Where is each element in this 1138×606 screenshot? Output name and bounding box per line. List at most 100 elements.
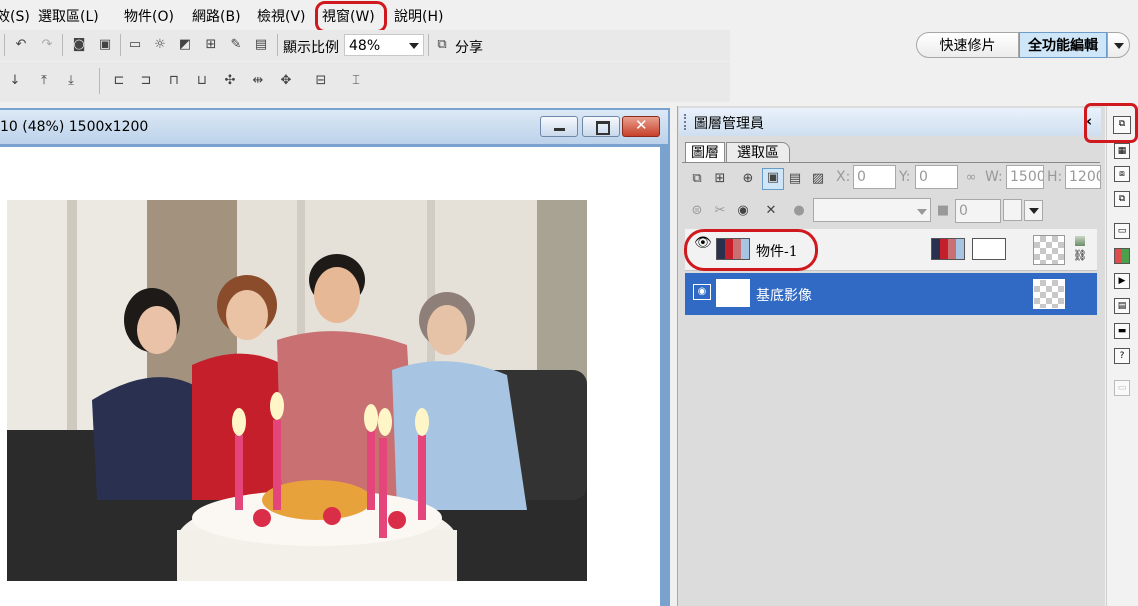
chevron-down-icon xyxy=(1114,43,1124,49)
easy-palette-icon[interactable]: ⧈ xyxy=(1114,166,1130,182)
stamp-icon[interactable]: ⊞ xyxy=(202,36,220,54)
restore-icon xyxy=(596,121,610,135)
center-horizontal-icon[interactable]: ⇹ xyxy=(249,72,267,90)
restore-button[interactable] xyxy=(582,116,620,137)
mask-icon[interactable]: ⊜ xyxy=(688,202,706,220)
base-layer-name[interactable]: 基底影像 xyxy=(756,285,812,305)
image-panel-icon[interactable]: ▬ xyxy=(1114,323,1130,339)
center-vertical-icon[interactable]: ✥ xyxy=(277,72,295,90)
w-field[interactable]: 1500 xyxy=(1006,165,1044,189)
monitor-icon[interactable]: ▭ xyxy=(126,36,144,54)
minimize-icon xyxy=(554,128,565,131)
layer-merge-icon[interactable] xyxy=(1075,236,1085,246)
brightness-icon[interactable]: ☼ xyxy=(151,36,169,54)
share-icon[interactable]: ⧉ xyxy=(433,36,451,54)
camera-icon[interactable]: ◙ xyxy=(70,36,88,54)
menu-web[interactable]: 網路(B) xyxy=(192,6,241,26)
menu-object[interactable]: 物件(O) xyxy=(124,6,174,26)
link-layer-icon[interactable]: ⛓ xyxy=(1073,249,1087,262)
align-left-icon[interactable]: ⊏ xyxy=(110,72,128,90)
layer-panel-title: 圖層管理員 xyxy=(694,116,764,132)
zoom-layer-icon[interactable]: ⊕ xyxy=(739,170,757,188)
redo-icon[interactable]: ↷ xyxy=(38,36,56,54)
undo-icon[interactable]: ↶ xyxy=(12,36,30,54)
chevron-down-icon xyxy=(1029,208,1039,214)
close-icon: ✕ xyxy=(635,116,648,134)
toolbar-separator xyxy=(4,34,5,56)
full-edit-button[interactable]: 全功能編輯 xyxy=(1019,32,1107,58)
menu-effects[interactable]: 效(S) xyxy=(0,6,30,26)
copy-layer-icon[interactable]: ⧉ xyxy=(688,170,706,188)
align-right-icon[interactable]: ⊐ xyxy=(137,72,155,90)
highlight-ring-layer-button xyxy=(1084,103,1138,143)
menu-bar: 效(S) 選取區(L) 物件(O) 網路(B) 檢視(V) 視窗(W) 說明(H… xyxy=(0,0,1138,33)
link-icon[interactable]: ∞ xyxy=(962,169,980,187)
same-width-icon[interactable]: ⊟ xyxy=(312,72,330,90)
image-layer-icon[interactable]: ▨ xyxy=(809,170,827,188)
y-field[interactable]: 0 xyxy=(915,165,958,189)
share-button-label[interactable]: 分享 xyxy=(455,37,483,57)
h-field[interactable]: 1200 xyxy=(1065,165,1101,189)
x-label: X: xyxy=(836,169,851,185)
toolbar-separator xyxy=(62,34,63,56)
x-field[interactable]: 0 xyxy=(853,165,896,189)
disabled-panel-icon[interactable]: ▭ xyxy=(1114,380,1130,396)
minimize-button[interactable] xyxy=(540,116,578,137)
same-height-icon[interactable]: ⌶ xyxy=(347,72,365,90)
highlight-ring-object-layer xyxy=(684,229,818,271)
mode-dropdown-button[interactable] xyxy=(1107,32,1130,58)
menu-help[interactable]: 說明(H) xyxy=(394,6,443,26)
opacity-icon[interactable]: ■ xyxy=(934,202,952,220)
quick-fix-button[interactable]: 快速修片 xyxy=(916,32,1019,58)
object-manager-icon[interactable]: ▦ xyxy=(1114,143,1130,159)
toolbar-separator xyxy=(99,68,100,94)
chevron-down-icon[interactable] xyxy=(409,43,419,49)
color-panel-icon[interactable] xyxy=(1114,248,1130,264)
opacity-slider-button[interactable] xyxy=(1024,200,1043,221)
edit-mask-icon[interactable]: ✂ xyxy=(711,202,729,220)
base-layer-alpha-thumbnail xyxy=(1033,279,1065,309)
zoom-label: 顯示比例 xyxy=(283,40,339,56)
menu-view[interactable]: 檢視(V) xyxy=(257,6,306,26)
tab-layers[interactable]: 圖層 xyxy=(685,142,725,162)
select-layer-icon[interactable]: ▣ xyxy=(762,168,784,190)
tool-panel-icon[interactable]: ⧉ xyxy=(1114,191,1130,207)
highlight-ring-window-menu xyxy=(315,1,387,33)
layer-alpha-thumbnail xyxy=(1033,235,1065,265)
align-top-icon[interactable]: ⊓ xyxy=(165,72,183,90)
w-label: W: xyxy=(985,169,1003,185)
merge-layer-icon[interactable]: ⊞ xyxy=(711,170,729,188)
move-down-icon[interactable]: ↓ xyxy=(6,72,24,90)
blend-icon[interactable]: ● xyxy=(790,202,808,220)
tab-selection[interactable]: 選取區 xyxy=(726,142,790,162)
zoom-value: 48% xyxy=(349,38,381,54)
color-curve-icon[interactable]: ◩ xyxy=(176,36,194,54)
family-birthday-photo[interactable] xyxy=(7,200,587,581)
close-button[interactable]: ✕ xyxy=(622,116,660,137)
align-bottom-icon[interactable]: ⊔ xyxy=(193,72,211,90)
base-layer-thumbnail xyxy=(716,279,750,307)
scanner-icon[interactable]: ▣ xyxy=(96,36,114,54)
center-both-icon[interactable]: ✣ xyxy=(221,72,239,90)
visibility-mask-icon[interactable]: ◉ xyxy=(734,202,752,220)
document-panel-icon[interactable]: ▤ xyxy=(1114,298,1130,314)
properties-icon[interactable]: ▤ xyxy=(786,170,804,188)
blend-mode-select[interactable] xyxy=(813,198,931,222)
history-icon[interactable]: ▭ xyxy=(1114,223,1130,239)
toolbar-separator xyxy=(277,34,278,56)
chevron-down-icon xyxy=(917,209,927,215)
opacity-field[interactable]: 0 xyxy=(955,199,1001,223)
h-label: H: xyxy=(1047,169,1063,185)
opacity-stepper[interactable] xyxy=(1003,199,1022,221)
delete-layer-icon[interactable]: ✕ xyxy=(762,202,780,220)
bring-to-top-icon[interactable]: ⤒ xyxy=(35,72,53,90)
frame-icon[interactable]: ▤ xyxy=(252,36,270,54)
grip-handle[interactable] xyxy=(684,114,688,130)
play-icon[interactable]: ▶ xyxy=(1114,273,1130,289)
menu-selection[interactable]: 選取區(L) xyxy=(38,6,99,26)
toolbar-separator xyxy=(120,34,121,56)
send-to-bottom-icon[interactable]: ⤓ xyxy=(62,72,80,90)
eye-icon[interactable]: ◉ xyxy=(693,284,711,300)
help-icon[interactable]: ? xyxy=(1114,348,1130,364)
brush-icon[interactable]: ✎ xyxy=(227,36,245,54)
